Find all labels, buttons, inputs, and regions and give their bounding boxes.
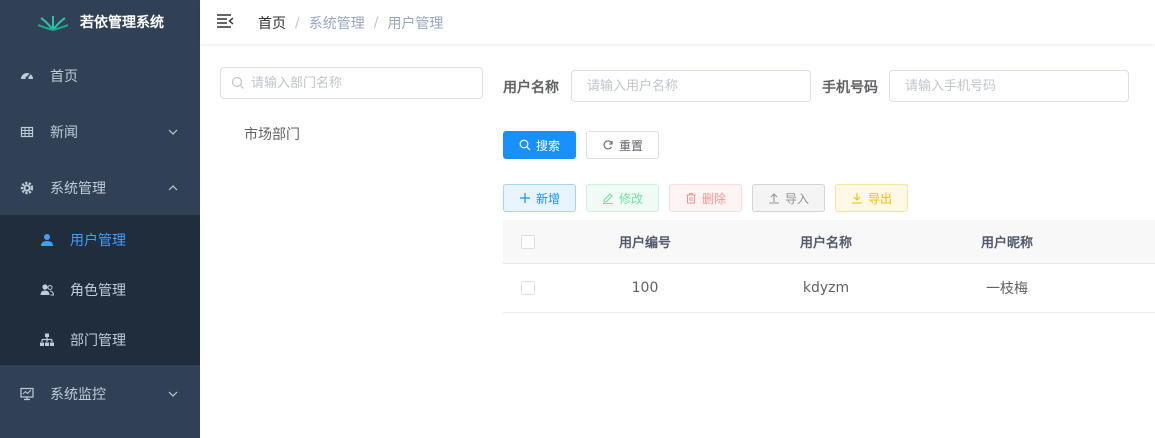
table-cell: kdyzm [802,280,850,296]
dept-search [220,67,483,99]
chevron-up-icon [168,185,178,191]
sidebar-item-label: 新闻 [50,125,78,141]
download-icon [851,192,863,204]
add-button[interactable]: 新增 [503,184,576,212]
add-button-label: 新增 [535,191,560,206]
select-all-checkbox[interactable] [521,234,535,249]
breadcrumb-separator: / [373,15,379,31]
search-icon [231,76,244,89]
breadcrumb: 首页 / 系统管理 / 用户管理 [258,13,443,33]
breadcrumb-separator: / [295,15,300,31]
breadcrumb-current: 用户管理 [387,16,444,32]
reset-button-label: 重置 [618,138,643,153]
edit-button[interactable]: 修改 [586,184,659,212]
peoples-icon [40,283,54,297]
search-button-label: 搜索 [535,138,560,153]
row-checkbox-cell [503,264,553,312]
phone-field [889,70,1129,102]
import-button-label: 导入 [784,191,809,206]
sidebar: 若依管理系统 首页 新闻 系统管理 用户管理 角色管理 部门管理 系统监控 [0,0,200,438]
column-header: 用户昵称 [980,236,1033,251]
chevron-down-icon [168,391,178,397]
sidebar-item-home[interactable]: 首页 [0,56,200,96]
system-gear-icon [20,181,34,195]
dept-search-input[interactable] [251,75,471,91]
breadcrumb-system: 系统管理 [308,16,365,32]
sidebar-item-label: 首页 [50,69,78,85]
chevron-down-icon [168,129,178,135]
username-input[interactable] [572,71,810,101]
column-header: 用户名称 [799,236,852,251]
sidebar-item-label: 角色管理 [70,283,126,299]
edit-button-label: 修改 [618,191,643,206]
sidebar-item-label: 部门管理 [70,333,126,349]
delete-button[interactable]: 删除 [669,184,742,212]
search-button[interactable]: 搜索 [503,131,576,159]
sidebar-item-monitor[interactable]: 系统监控 [0,374,200,414]
dashboard-icon [20,69,34,83]
tree-icon [40,333,54,347]
plus-icon [519,192,531,204]
app-title: 若依管理系统 [80,15,164,31]
username-label: 用户名称 [503,80,559,96]
export-button[interactable]: 导出 [835,184,908,212]
sidebar-item-dept-management[interactable]: 部门管理 [0,315,200,365]
tree-node[interactable]: 市场部门 [244,124,300,144]
reset-button[interactable]: 重置 [586,131,659,159]
system-submenu: 用户管理 角色管理 部门管理 [0,215,200,365]
logo-icon [38,16,68,31]
trash-icon [685,192,697,204]
import-button[interactable]: 导入 [752,184,825,212]
sidebar-item-system[interactable]: 系统管理 [0,168,200,208]
upload-icon [768,192,780,204]
breadcrumb-home[interactable]: 首页 [258,13,286,33]
delete-button-label: 删除 [701,191,726,206]
table-cell: 100 [631,280,659,296]
refresh-icon [602,139,614,151]
table-cell: 一枝梅 [986,281,1028,297]
sidebar-item-label: 系统管理 [50,181,106,197]
user-table: 用户编号 用户名称 用户昵称 100 kdyzm 一枝梅 [503,220,1155,313]
column-header: 用户编号 [618,236,671,251]
search-icon [519,139,531,151]
monitor-icon [20,387,34,401]
logo[interactable]: 若依管理系统 [0,0,200,44]
table-icon [20,125,34,139]
sidebar-item-label: 系统监控 [50,387,106,403]
user-icon [40,233,54,247]
header-checkbox-cell [503,220,553,263]
table-header: 用户编号 用户名称 用户昵称 [503,220,1155,264]
phone-label: 手机号码 [822,80,878,96]
sidebar-item-label: 用户管理 [70,233,126,249]
sidebar-item-role-management[interactable]: 角色管理 [0,265,200,315]
phone-input[interactable] [890,71,1128,101]
table-row[interactable]: 100 kdyzm 一枝梅 [503,264,1155,313]
sidebar-item-news[interactable]: 新闻 [0,112,200,152]
username-field [571,70,811,102]
export-button-label: 导出 [867,191,892,206]
sidebar-item-user-management[interactable]: 用户管理 [0,215,200,265]
row-checkbox[interactable] [521,281,535,295]
navbar: 首页 / 系统管理 / 用户管理 [200,0,1155,44]
edit-icon [602,192,614,204]
hamburger-icon[interactable] [216,13,234,29]
